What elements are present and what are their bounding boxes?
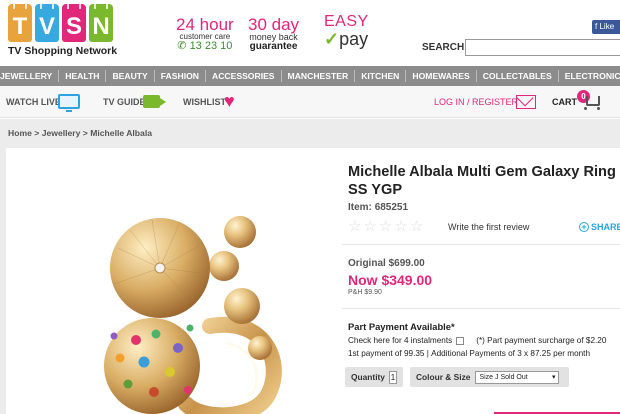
category-fashion[interactable]: FASHION [155, 70, 206, 82]
category-nav: JEWELLERY HEALTH BEAUTY FASHION ACCESSOR… [0, 66, 620, 86]
item-number-value: 685251 [374, 202, 409, 213]
facebook-like-button[interactable]: f Like [592, 20, 620, 34]
watch-live-link[interactable]: WATCH LIVE [6, 97, 61, 107]
category-beauty[interactable]: BEAUTY [106, 70, 155, 82]
size-select-value: Size J Sold Out [479, 373, 528, 381]
site-header: T V S N TV Shopping Network 24 hour cust… [0, 0, 620, 66]
breadcrumb-home[interactable]: Home [8, 128, 32, 138]
share-button[interactable]: + SHARE [579, 222, 620, 232]
tv-guide-link[interactable]: TV GUIDE [103, 97, 146, 107]
original-price: Original $699.00 [348, 258, 425, 269]
breadcrumb-jewellery[interactable]: Jewellery [42, 128, 81, 138]
search-input[interactable] [465, 39, 620, 56]
category-health[interactable]: HEALTH [59, 70, 107, 82]
payment-schedule: 1st payment of 99.35 | Additional Paymen… [348, 349, 590, 358]
breadcrumb-separator: > [82, 128, 88, 138]
product-panel: Michelle Albala Multi Gem Galaxy Ring SS… [6, 148, 620, 414]
breadcrumb-brand[interactable]: Michelle Albala [90, 128, 152, 138]
search-label: SEARCH: [422, 42, 468, 53]
category-homewares[interactable]: HOMEWARES [406, 70, 477, 82]
category-collectables[interactable]: COLLECTABLES [477, 70, 559, 82]
star-icon[interactable]: ☆ [379, 219, 392, 234]
utility-bar: WATCH LIVE TV GUIDE WISHLIST ♥ LOG IN / … [0, 86, 620, 118]
part-payment-title: Part Payment Available* [348, 321, 455, 332]
rating-stars[interactable]: ☆ ☆ ☆ ☆ ☆ [348, 219, 423, 234]
quantity-group: Quantity 1 [345, 367, 403, 387]
divider [342, 308, 620, 309]
logo-letter-t: T [8, 0, 32, 42]
promo-phone: 13 23 10 [189, 40, 233, 52]
star-icon[interactable]: ☆ [363, 219, 376, 234]
quantity-label: Quantity [351, 372, 385, 382]
facebook-like-label: Like [599, 22, 615, 31]
promo-pay: pay [339, 29, 369, 49]
easy-pay-promo: EASY ✓pay [324, 14, 369, 49]
product-content: Michelle Albala Multi Gem Galaxy Ring SS… [0, 148, 620, 414]
checkmark-icon: ✓ [324, 29, 340, 49]
item-number: Item: 685251 [348, 202, 408, 213]
postage-value: $9.90 [364, 289, 382, 296]
customer-care-promo: 24 hour customer care ✆ 13 23 10 [176, 16, 234, 52]
payment-separator: | [426, 349, 429, 358]
additional-payments: Additional Payments of 3 x 87.25 per mon… [431, 349, 591, 358]
instalments-checkbox[interactable] [456, 336, 465, 345]
sale-price: Now $349.00 [348, 272, 432, 288]
star-icon[interactable]: ☆ [394, 219, 407, 234]
promo-guarantee: guarantee [249, 41, 298, 52]
sale-price-value: $349.00 [381, 272, 433, 288]
postage-handling: P&H $9.90 [348, 289, 382, 296]
shopping-cart-icon[interactable] [584, 96, 600, 110]
sale-price-label: Now [348, 272, 378, 288]
star-icon[interactable]: ☆ [348, 219, 361, 234]
product-image-ring[interactable] [90, 208, 296, 414]
logo-letter-n: N [89, 0, 113, 42]
surcharge-note: (*) Part payment surcharge of $2.20 [476, 336, 607, 345]
product-title: Michelle Albala Multi Gem Galaxy Ring SS… [348, 164, 616, 198]
original-price-label: Original [348, 258, 386, 269]
star-icon[interactable]: ☆ [410, 219, 423, 234]
heart-icon[interactable]: ♥ [224, 92, 235, 110]
size-group: Colour & Size Size J Sold Out ▾ [410, 367, 569, 387]
plus-icon: + [579, 222, 589, 232]
tv-icon[interactable] [58, 94, 80, 112]
phone-icon: ✆ [177, 40, 187, 52]
write-review-link[interactable]: Write the first review [448, 222, 529, 232]
category-kitchen[interactable]: KITCHEN [355, 70, 407, 82]
tvsn-logo[interactable]: T V S N TV Shopping Network [8, 0, 120, 62]
original-price-value: $699.00 [388, 258, 425, 269]
size-select[interactable]: Size J Sold Out ▾ [475, 370, 560, 384]
colour-size-label: Colour & Size [416, 372, 471, 382]
share-label: SHARE [591, 222, 620, 232]
logo-letter-s: S [62, 0, 86, 42]
promo-easy: EASY [324, 13, 369, 30]
cart-link[interactable]: CART [552, 97, 577, 107]
logo-bags: T V S N [8, 0, 120, 42]
breadcrumb: Home > Jewellery > Michelle Albala [8, 128, 152, 138]
logo-letter-v: V [35, 0, 59, 42]
video-camera-icon[interactable] [143, 95, 166, 108]
logo-tagline: TV Shopping Network [8, 45, 118, 57]
guarantee-promo: 30 day money back guarantee [248, 16, 299, 52]
first-payment: 1st payment of 99.35 [348, 349, 425, 358]
facebook-icon: f [595, 22, 598, 31]
wishlist-link[interactable]: WISHLIST [183, 97, 226, 107]
category-accessories[interactable]: ACCESSORIES [206, 70, 282, 82]
breadcrumb-separator: > [34, 128, 40, 138]
divider [342, 244, 620, 245]
envelope-icon[interactable] [516, 95, 536, 109]
promo-30-day: 30 day [248, 15, 300, 34]
category-manchester[interactable]: MANCHESTER [282, 70, 356, 82]
part-payment-option: Check here for 4 instalments (*) Part pay… [348, 336, 606, 345]
login-register-link[interactable]: LOG IN / REGISTER [434, 97, 518, 107]
category-electronics[interactable]: ELECTRONICS [559, 70, 620, 82]
postage-label: P&H [348, 289, 363, 296]
breadcrumb-band: Home > Jewellery > Michelle Albala [0, 119, 620, 148]
dropdown-arrow-icon: ▾ [551, 373, 556, 381]
item-number-label: Item: [348, 202, 372, 213]
page: T V S N TV Shopping Network 24 hour cust… [0, 0, 620, 414]
instalments-label: Check here for 4 instalments [348, 336, 453, 345]
category-jewellery[interactable]: JEWELLERY [0, 70, 60, 82]
quantity-input[interactable]: 1 [388, 370, 397, 384]
